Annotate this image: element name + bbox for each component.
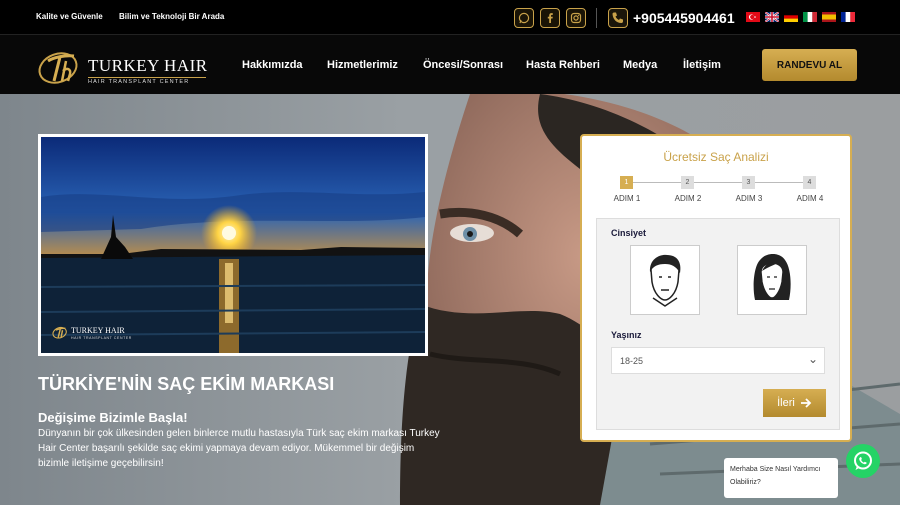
nav-item-hizmetlerimiz[interactable]: Hizmetlerimiz [327, 59, 398, 71]
gender-male-option[interactable] [630, 245, 700, 315]
male-head-icon [649, 254, 681, 307]
flag-italy-icon[interactable] [803, 12, 817, 22]
next-button-label: İleri [777, 397, 795, 409]
flag-germany-icon[interactable] [784, 12, 798, 22]
gender-female-option[interactable] [737, 245, 807, 315]
tagline-quality: Kalite ve Güvenle [36, 12, 103, 21]
whatsapp-icon[interactable] [514, 8, 534, 28]
step-2-marker: 2 [681, 176, 694, 189]
logo[interactable]: TURKEY HAIR HAIR TRANSPLANT CENTER [36, 41, 216, 91]
step-1-label: ADIM 1 [613, 194, 641, 203]
appointment-button[interactable]: RANDEVU AL [762, 49, 857, 81]
nav-item-hakkimizda[interactable]: Hakkımızda [242, 59, 303, 71]
istanbul-sunset-photo: TURKEY HAIR HAIR TRANSPLANT CENTER [38, 134, 428, 356]
nav-item-hasta-rehberi[interactable]: Hasta Rehberi [526, 59, 600, 71]
phone-icon[interactable] [608, 8, 628, 28]
chat-bubble[interactable]: Merhaba Size Nasıl Yardımcı Olabiliriz? [724, 458, 838, 498]
flag-spain-icon[interactable] [822, 12, 836, 22]
hero-title: TÜRKİYE'NİN SAÇ EKİM MARKASI [38, 374, 335, 394]
step-1-marker: 1 [620, 176, 633, 189]
tagline-science: Bilim ve Teknoloji Bir Arada [119, 12, 225, 21]
hero-section: TURKEY HAIR HAIR TRANSPLANT CENTER TÜRKİ… [0, 94, 900, 505]
whatsapp-chat-icon[interactable] [846, 444, 880, 478]
flag-turkey-icon[interactable] [746, 12, 760, 22]
form-title: Ücretsiz Saç Analizi [663, 150, 769, 164]
female-head-icon [753, 254, 791, 300]
sunset-scene-image [41, 137, 425, 353]
step-3-label: ADIM 3 [735, 194, 763, 203]
divider [596, 8, 597, 28]
hair-analysis-form: Ücretsiz Saç Analizi 1 2 3 4 ADIM 1 ADIM… [580, 134, 852, 442]
main-navigation: TURKEY HAIR HAIR TRANSPLANT CENTER Hakkı… [0, 34, 900, 94]
instagram-icon[interactable] [566, 8, 586, 28]
photo-logo-text: TURKEY HAIR [71, 326, 125, 335]
nav-item-medya[interactable]: Medya [623, 59, 657, 71]
next-button[interactable]: İleri [763, 389, 826, 417]
hero-description: Dünyanın bir çok ülkesinden gelen binler… [38, 428, 440, 469]
form-step-panel: Cinsiyet Yaşınız 18-25 ⌄ İleri [596, 218, 840, 430]
nav-item-iletisim[interactable]: İletişim [683, 59, 721, 71]
logo-text: TURKEY HAIR [88, 56, 208, 75]
logo-emblem-icon [38, 52, 78, 84]
flag-uk-icon[interactable] [765, 12, 779, 22]
flag-france-icon[interactable] [841, 12, 855, 22]
age-label: Yaşınız [611, 330, 642, 340]
step-4-label: ADIM 4 [796, 194, 824, 203]
step-4-marker: 4 [803, 176, 816, 189]
logo-subtext: HAIR TRANSPLANT CENTER [88, 77, 206, 85]
top-bar: Kalite ve Güvenle Bilim ve Teknoloji Bir… [0, 0, 900, 34]
gender-label: Cinsiyet [611, 228, 647, 238]
hero-subtitle: Değişime Bizimle Başla! [38, 410, 188, 425]
step-progress-line [626, 182, 810, 183]
facebook-icon[interactable] [540, 8, 560, 28]
phone-number[interactable]: +905445904461 [633, 10, 735, 26]
arrow-right-icon [800, 398, 812, 408]
nav-item-oncesi-sonrasi[interactable]: Öncesi/Sonrası [423, 59, 503, 71]
photo-logo-subtext: HAIR TRANSPLANT CENTER [71, 336, 132, 340]
step-2-label: ADIM 2 [674, 194, 702, 203]
step-3-marker: 3 [742, 176, 755, 189]
age-select[interactable]: 18-25 [611, 347, 825, 374]
photo-logo-icon [52, 326, 67, 339]
